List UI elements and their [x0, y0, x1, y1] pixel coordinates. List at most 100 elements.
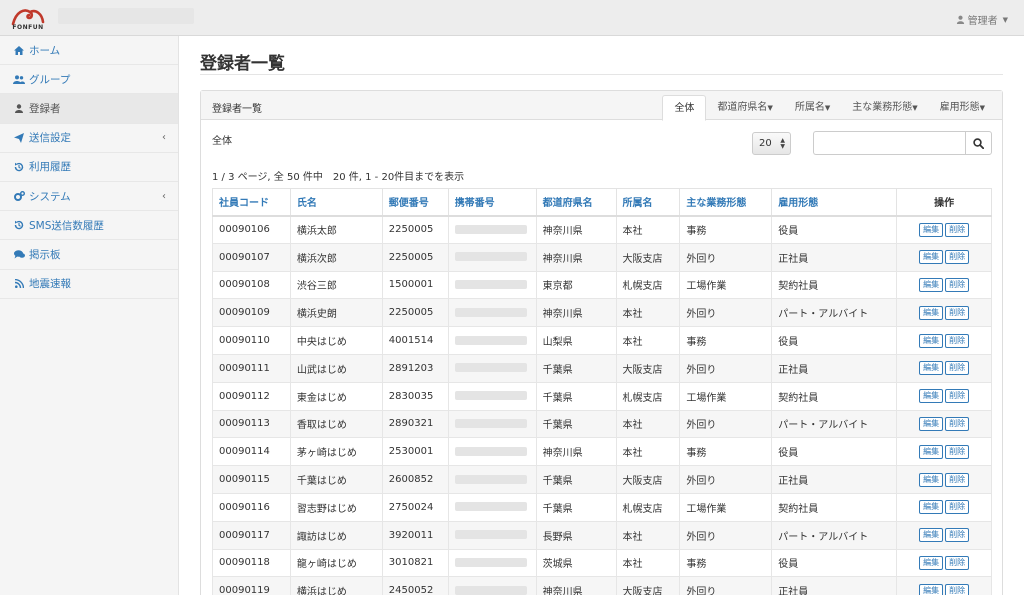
- column-header-prefecture[interactable]: 都道府県名: [535, 188, 617, 217]
- cell-postal-code: 2890321: [381, 409, 449, 439]
- edit-button[interactable]: 編集: [919, 472, 944, 487]
- per-page-select[interactable]: 20 ▲ ▼: [752, 132, 791, 155]
- delete-button[interactable]: 削除: [945, 472, 970, 487]
- column-header-affiliation[interactable]: 所属名: [615, 188, 681, 217]
- tab-prefecture[interactable]: 都道府県名▼: [706, 95, 783, 120]
- column-header-name[interactable]: 氏名: [289, 188, 383, 217]
- edit-button[interactable]: 編集: [919, 583, 944, 595]
- search-input[interactable]: [813, 131, 965, 155]
- cell-name: 横浜史朗: [289, 298, 383, 328]
- cell-employment-type: 契約社員: [771, 270, 898, 300]
- redacted-mobile-number: [454, 502, 527, 512]
- edit-button[interactable]: 編集: [919, 277, 944, 292]
- table-row: 00090119 横浜はじめ 2450052 神奈川県 大阪支店 外回り 正社員 編集 削除: [212, 576, 992, 595]
- cell-work-type: 工場作業: [679, 492, 773, 522]
- delete-button[interactable]: 削除: [945, 528, 970, 543]
- cell-prefecture: 神奈川県: [535, 215, 617, 244]
- redacted-mobile-number: [454, 335, 527, 345]
- cell-postal-code: 1500001: [381, 270, 449, 300]
- edit-button[interactable]: 編集: [919, 333, 944, 348]
- delete-button[interactable]: 削除: [945, 583, 970, 595]
- cell-mobile: [447, 409, 537, 439]
- cell-actions: 編集 削除: [896, 298, 992, 328]
- cell-employee-code: 00090116: [212, 492, 291, 522]
- edit-button[interactable]: 編集: [919, 500, 944, 515]
- cell-work-type: 外回り: [679, 576, 773, 595]
- cell-work-type: 外回り: [679, 520, 773, 550]
- updown-arrows-icon: ▲ ▼: [780, 137, 785, 150]
- tab-employment-type[interactable]: 雇用形態▼: [929, 95, 996, 120]
- cell-work-type: 事務: [679, 215, 773, 244]
- edit-button[interactable]: 編集: [919, 389, 944, 404]
- tab-all[interactable]: 全体: [662, 95, 707, 121]
- registrants-table: 社員コード 氏名 郵便番号 携帯番号 都道府県名 所属名 主な業務形態 雇用形態…: [212, 188, 992, 595]
- cell-employee-code: 00090107: [212, 242, 291, 272]
- redacted-mobile-number: [454, 418, 527, 428]
- edit-button[interactable]: 編集: [919, 444, 944, 459]
- delete-button[interactable]: 削除: [945, 389, 970, 404]
- column-header-work-type[interactable]: 主な業務形態: [679, 188, 773, 217]
- edit-button[interactable]: 編集: [919, 528, 944, 543]
- edit-button[interactable]: 編集: [919, 250, 944, 265]
- fonfun-logo[interactable]: FONFUN: [10, 6, 46, 32]
- sidebar-item-bulletin-board[interactable]: 掲示板: [0, 240, 178, 270]
- sidebar-item-label: 登録者: [29, 102, 61, 115]
- cell-actions: 編集 削除: [896, 492, 992, 522]
- admin-user-menu[interactable]: 管理者 ▼: [956, 12, 1008, 27]
- cell-affiliation: 本社: [615, 215, 681, 244]
- comments-icon: [12, 250, 26, 259]
- cell-prefecture: 千葉県: [535, 381, 617, 411]
- column-header-mobile[interactable]: 携帯番号: [447, 188, 537, 217]
- edit-button[interactable]: 編集: [919, 416, 944, 431]
- delete-button[interactable]: 削除: [945, 416, 970, 431]
- sidebar-item-group[interactable]: グループ: [0, 65, 178, 95]
- tab-work-type[interactable]: 主な業務形態▼: [841, 95, 928, 120]
- delete-button[interactable]: 削除: [945, 222, 970, 237]
- sidebar-item-system[interactable]: システム ‹: [0, 182, 178, 212]
- sidebar-item-label: 掲示板: [29, 248, 61, 261]
- edit-button[interactable]: 編集: [919, 305, 944, 320]
- table-row: 00090114 茅ヶ崎はじめ 2530001 神奈川県 本社 事務 役員 編集 削除: [212, 437, 992, 467]
- sidebar-item-send-settings[interactable]: 送信設定 ‹: [0, 124, 178, 153]
- delete-button[interactable]: 削除: [945, 361, 970, 376]
- sidebar-item-home[interactable]: ホーム: [0, 36, 178, 66]
- table-body: 00090106 横浜太郎 2250005 神奈川県 本社 事務 役員 編集 削除 0009010…: [212, 215, 992, 595]
- delete-button[interactable]: 削除: [945, 277, 970, 292]
- delete-button[interactable]: 削除: [945, 444, 970, 459]
- sidebar-item-earthquake-alert[interactable]: 地震速報: [0, 270, 178, 299]
- delete-button[interactable]: 削除: [945, 333, 970, 348]
- sidebar-item-sms-history[interactable]: SMS送信数履歴: [0, 211, 178, 241]
- cell-actions: 編集 削除: [896, 548, 992, 578]
- sidebar-item-registrants[interactable]: 登録者: [0, 94, 178, 124]
- per-page-value: 20: [759, 138, 772, 149]
- delete-button[interactable]: 削除: [945, 250, 970, 265]
- cell-employment-type: 正社員: [771, 242, 898, 272]
- delete-button[interactable]: 削除: [945, 555, 970, 570]
- delete-button[interactable]: 削除: [945, 305, 970, 320]
- cell-mobile: [447, 381, 537, 411]
- tab-label: 所属名: [794, 102, 825, 113]
- caret-down-icon: ▼: [767, 104, 773, 112]
- pagination-info: 1 / 3 ページ, 全 50 件中 20 件, 1 - 20件目までを表示: [212, 172, 465, 183]
- tab-affiliation[interactable]: 所属名▼: [784, 95, 841, 120]
- edit-button[interactable]: 編集: [919, 361, 944, 376]
- edit-button[interactable]: 編集: [919, 555, 944, 570]
- cell-work-type: 外回り: [679, 409, 773, 439]
- cell-affiliation: 大阪支店: [615, 242, 681, 272]
- cell-mobile: [447, 242, 537, 272]
- delete-button[interactable]: 削除: [945, 500, 970, 515]
- cell-employment-type: 正社員: [771, 576, 898, 595]
- column-header-employee-code[interactable]: 社員コード: [212, 188, 291, 217]
- cell-prefecture: 千葉県: [535, 465, 617, 494]
- redacted-mobile-number: [454, 474, 527, 484]
- search-button[interactable]: [965, 131, 992, 155]
- sidebar-item-usage-history[interactable]: 利用履歴: [0, 153, 178, 182]
- column-header-employment-type[interactable]: 雇用形態: [771, 188, 898, 217]
- cell-actions: 編集 削除: [896, 270, 992, 300]
- cell-prefecture: 山梨県: [535, 326, 617, 355]
- column-header-postal-code[interactable]: 郵便番号: [381, 188, 449, 217]
- cell-employment-type: パート・アルバイト: [771, 298, 898, 328]
- cell-actions: 編集 削除: [896, 576, 992, 595]
- home-icon: [12, 45, 26, 55]
- edit-button[interactable]: 編集: [919, 222, 944, 237]
